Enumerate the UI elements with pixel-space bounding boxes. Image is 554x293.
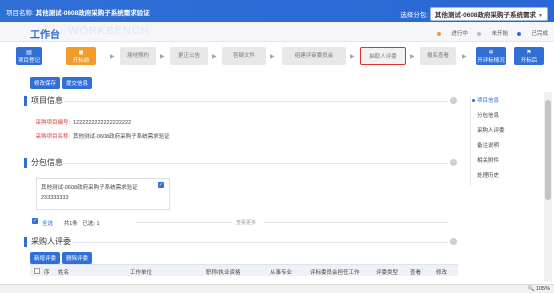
column-header: 从事专业 xyxy=(270,270,293,276)
gear-icon: ✲ xyxy=(488,50,494,56)
sidenav-item-project-info[interactable]: 项目信息 xyxy=(472,96,499,104)
arrow-icon: ▶ xyxy=(110,54,115,60)
project-name-value: 其他测试-0608政府采购子系统需求验证 xyxy=(73,134,170,140)
bullet-icon xyxy=(472,99,475,103)
step-venue-booking[interactable]: 场地预约 xyxy=(120,47,156,65)
select-all-label[interactable]: 全选 xyxy=(42,221,53,227)
arrow-icon: ▶ xyxy=(410,54,415,60)
project-title: 项目名称: 其他测试-0608政府采购子系统需求验证 xyxy=(6,7,150,17)
workspace-watermark: WORKBENCH xyxy=(68,25,150,37)
sidenav-item-remarks[interactable]: 备注说明 xyxy=(477,141,499,149)
package-selector: 选择分包: 其他测试-0608政府采购子系统需求 ▼ xyxy=(400,7,548,21)
workspace-title: 工作台 xyxy=(30,30,60,41)
step-bid-evaluation[interactable]: ✲ 开评标情况 xyxy=(476,47,506,65)
submit-button[interactable]: 提交信息 xyxy=(62,77,93,89)
sidenav-item-package-info[interactable]: 分包信息 xyxy=(477,111,499,119)
arrow-icon: ▶ xyxy=(462,54,467,60)
section-divider xyxy=(64,163,448,164)
step-form-committee[interactable]: 组建评审委员会 xyxy=(282,47,346,65)
arrow-icon: ▶ xyxy=(350,54,355,60)
header-checkbox[interactable] xyxy=(34,268,40,274)
section-title-reviewers: 采购人评委 xyxy=(24,237,71,247)
divider xyxy=(264,222,448,223)
reviewer-buttons: 新增评委 删除评委 xyxy=(30,252,94,264)
action-buttons: 修改保存 提交信息 xyxy=(30,77,94,89)
top-bar: 项目名称: 其他测试-0608政府采购子系统需求验证 选择分包: 其他测试-06… xyxy=(0,0,554,22)
package-select[interactable]: 其他测试-0608政府采购子系统需求 ▼ xyxy=(429,7,548,21)
select-all-checkbox[interactable]: ✓ xyxy=(32,218,38,224)
arrow-icon: ▶ xyxy=(212,54,217,60)
project-code-value: 1222222222222222222 xyxy=(73,120,132,126)
scrollbar-thumb[interactable] xyxy=(545,100,551,200)
divider xyxy=(136,222,232,223)
column-header: 查看 xyxy=(410,270,422,276)
step-after-bid-opening[interactable]: ⚑ 开标后 xyxy=(514,47,544,65)
sidenav-item-history[interactable]: 处理历史 xyxy=(477,171,499,179)
step-correction-notice[interactable]: 更正公告 xyxy=(170,47,208,65)
total-count: 共1条 xyxy=(63,221,78,227)
workspace-bar: 工作台 WORKBENCH 进行中 未开始 已完成 xyxy=(0,22,554,42)
step-project-register[interactable]: ▤ 项目登记 xyxy=(16,47,42,65)
collapse-icon[interactable]: − xyxy=(450,159,457,166)
sidenav-item-attachments[interactable]: 相关附件 xyxy=(477,156,499,164)
package-card-code: 233333333 xyxy=(41,195,69,201)
column-header: 序 xyxy=(44,270,50,276)
sidenav-item-reviewers[interactable]: 采购人评委 xyxy=(477,126,505,134)
package-label: 选择分包: xyxy=(400,12,429,19)
dot-icon xyxy=(517,31,522,36)
step-draw-reviewers[interactable]: 抽取人评委 xyxy=(360,47,406,65)
column-header: 姓名 xyxy=(58,270,70,276)
dot-icon xyxy=(477,31,482,36)
package-value: 其他测试-0608政府采购子系统需求 xyxy=(434,12,537,19)
section-divider xyxy=(72,242,448,243)
package-checkbox[interactable]: ✓ xyxy=(158,182,164,188)
package-card[interactable]: 其他测试-0608政府采购子系统需求验证 233333333 xyxy=(36,178,170,210)
collapse-icon[interactable]: − xyxy=(450,97,457,104)
chevron-down-icon: ▼ xyxy=(538,13,543,19)
delete-reviewer-button[interactable]: 删除评委 xyxy=(62,252,93,264)
arrow-icon: ▶ xyxy=(160,54,165,60)
add-reviewer-button[interactable]: 新增评委 xyxy=(30,252,61,264)
column-header: 修改 xyxy=(436,270,448,276)
view-more-link[interactable]: 查看更多 xyxy=(236,219,256,226)
step-qa-documents[interactable]: 答疑文件 xyxy=(222,47,266,65)
column-header: 评委类型 xyxy=(376,270,399,276)
sidenav-line xyxy=(470,96,471,186)
status-bar: 🔍 105% xyxy=(0,284,554,293)
column-header: 工作单位 xyxy=(130,270,153,276)
dot-icon xyxy=(437,31,442,36)
section-divider xyxy=(64,101,448,102)
project-name: 其他测试-0608政府采购子系统需求验证 xyxy=(35,10,150,17)
flag-icon: ⚑ xyxy=(526,50,532,56)
document-icon: ▤ xyxy=(26,50,32,56)
selected-label: 已选: xyxy=(82,221,95,227)
section-title-package-info: 分包信息 xyxy=(24,158,63,168)
column-header: 职称/执业资格 xyxy=(206,270,241,276)
arrow-icon: ▶ xyxy=(270,54,275,60)
legend-item-done: 已完成 xyxy=(517,31,548,37)
status-legend: 进行中 未开始 已完成 xyxy=(429,29,548,37)
legend-item-in-progress: 进行中 xyxy=(437,31,468,37)
selection-summary: 全选 共1条 已选: 1 xyxy=(42,219,100,227)
project-code-label: 采购项目编号: xyxy=(35,120,70,126)
zoom-level[interactable]: 🔍 105% xyxy=(528,286,550,292)
briefcase-icon: ◼ xyxy=(78,50,84,56)
reviewer-table-header: 序 姓名 工作单位 职称/执业资格 从事专业 评标委员会担任工作 评委类型 查看… xyxy=(30,264,458,276)
column-header: 评标委员会担任工作 xyxy=(310,270,360,276)
project-label: 项目名称: xyxy=(6,10,34,17)
step-before-bid-opening[interactable]: ◼ 开标前 xyxy=(66,47,96,65)
legend-item-not-started: 未开始 xyxy=(477,31,508,37)
package-card-name: 其他测试-0608政府采购子系统需求验证 xyxy=(41,185,138,191)
project-code-row: 采购项目编号: 1222222222222222222 xyxy=(20,118,131,126)
step-registration-view[interactable]: 报名查看 xyxy=(420,47,456,65)
project-name-label: 采购项目名称: xyxy=(35,134,70,140)
selected-count: 1 xyxy=(96,221,100,227)
process-flow: ▤ 项目登记 ◼ 开标前 ▶ 场地预约 ▶ 更正公告 ▶ 答疑文件 ▶ 组建评审委员… xyxy=(0,43,554,69)
collapse-icon[interactable]: − xyxy=(450,238,457,245)
save-button[interactable]: 修改保存 xyxy=(30,77,61,89)
zoom-icon: 🔍 xyxy=(527,286,535,292)
project-name-row: 采购项目名称: 其他测试-0608政府采购子系统需求验证 xyxy=(20,132,170,140)
section-title-project-info: 项目信息 xyxy=(24,96,63,106)
